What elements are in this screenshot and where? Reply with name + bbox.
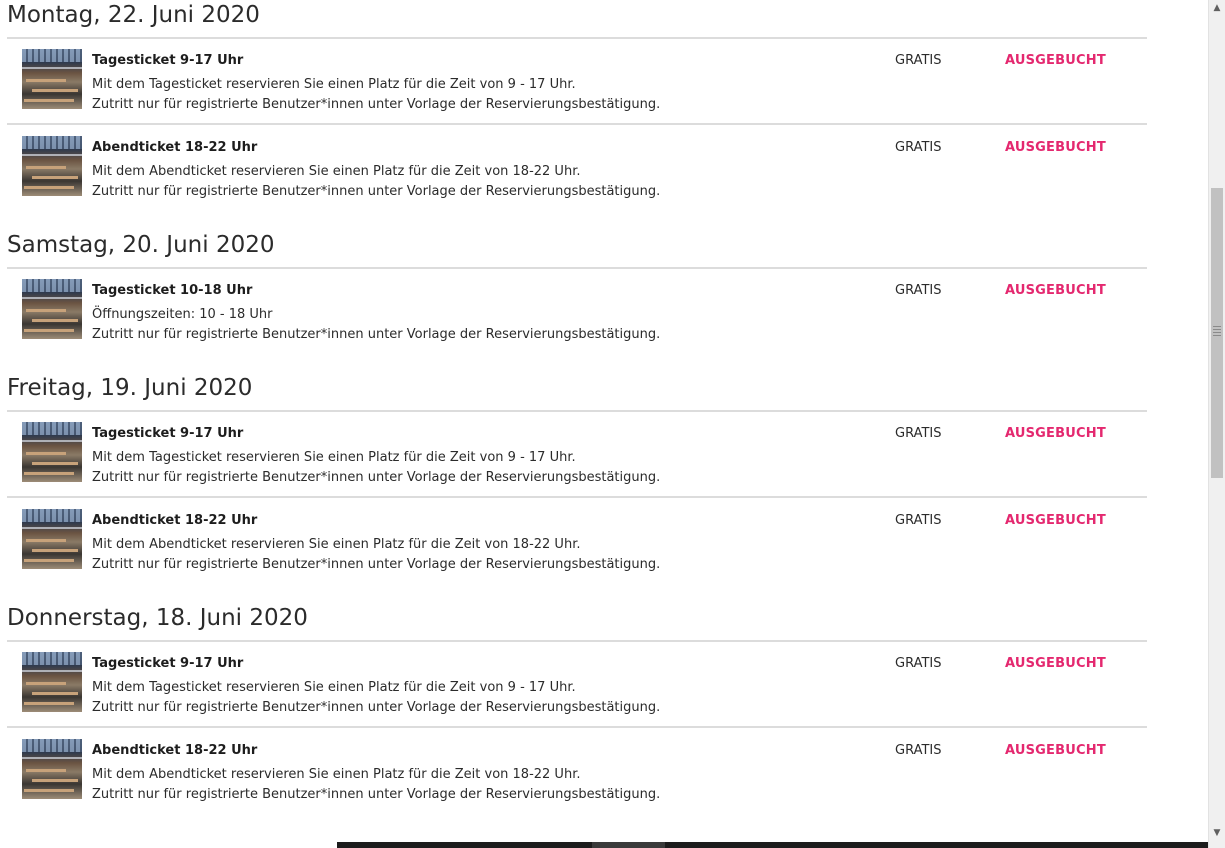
ticket-access-note: Zutritt nur für registrierte Benutzer*in…	[92, 97, 661, 112]
ticket-access-note: Zutritt nur für registrierte Benutzer*in…	[92, 557, 661, 572]
ticket-title[interactable]: Abendticket 18-22 Uhr	[92, 140, 257, 155]
ticket-title[interactable]: Tagesticket 10-18 Uhr	[92, 283, 252, 298]
ticket-title[interactable]: Abendticket 18-22 Uhr	[92, 513, 257, 528]
ticket-thumbnail[interactable]	[22, 509, 82, 569]
ticket-access-note: Zutritt nur für registrierte Benutzer*in…	[92, 470, 661, 485]
divider	[7, 726, 1147, 728]
ticket-price: GRATIS	[895, 140, 942, 155]
ticket-description: Mit dem Tagesticket reservieren Sie eine…	[92, 77, 576, 92]
ticket-access-note: Zutritt nur für registrierte Benutzer*in…	[92, 184, 661, 199]
event-list: Montag, 22. Juni 2020 Tagesticket 9-17 U…	[0, 0, 1208, 848]
ticket-title[interactable]: Tagesticket 9-17 Uhr	[92, 53, 243, 68]
scrollbar-thumb[interactable]	[1211, 188, 1223, 478]
ticket-row[interactable]: Abendticket 18-22 Uhr Mit dem Abendticke…	[7, 126, 1147, 212]
ticket-access-note: Zutritt nur für registrierte Benutzer*in…	[92, 327, 661, 342]
ticket-status: AUSGEBUCHT	[1005, 283, 1106, 298]
scroll-up-icon[interactable]: ▲	[1209, 0, 1225, 17]
ticket-description: Mit dem Abendticket reservieren Sie eine…	[92, 164, 581, 179]
day-heading: Montag, 22. Juni 2020	[7, 2, 260, 28]
ticket-status: AUSGEBUCHT	[1005, 426, 1106, 441]
day-heading: Freitag, 19. Juni 2020	[7, 375, 253, 401]
ticket-title[interactable]: Abendticket 18-22 Uhr	[92, 743, 257, 758]
ticket-title[interactable]: Tagesticket 9-17 Uhr	[92, 656, 243, 671]
ticket-row[interactable]: Abendticket 18-22 Uhr Mit dem Abendticke…	[7, 729, 1147, 815]
ticket-access-note: Zutritt nur für registrierte Benutzer*in…	[92, 787, 661, 802]
ticket-access-note: Zutritt nur für registrierte Benutzer*in…	[92, 700, 661, 715]
ticket-status: AUSGEBUCHT	[1005, 656, 1106, 671]
ticket-thumbnail[interactable]	[22, 422, 82, 482]
ticket-thumbnail[interactable]	[22, 279, 82, 339]
ticket-status: AUSGEBUCHT	[1005, 140, 1106, 155]
ticket-description: Mit dem Tagesticket reservieren Sie eine…	[92, 450, 576, 465]
ticket-row[interactable]: Abendticket 18-22 Uhr Mit dem Abendticke…	[7, 499, 1147, 585]
taskbar-strip	[0, 842, 1208, 848]
ticket-row[interactable]: Tagesticket 10-18 Uhr Öffnungszeiten: 10…	[7, 269, 1147, 355]
day-heading: Donnerstag, 18. Juni 2020	[7, 605, 308, 631]
ticket-price: GRATIS	[895, 743, 942, 758]
ticket-thumbnail[interactable]	[22, 49, 82, 109]
ticket-thumbnail[interactable]	[22, 652, 82, 712]
ticket-description: Mit dem Abendticket reservieren Sie eine…	[92, 767, 581, 782]
divider	[7, 123, 1147, 125]
ticket-row[interactable]: Tagesticket 9-17 Uhr Mit dem Tagesticket…	[7, 412, 1147, 498]
ticket-description: Mit dem Abendticket reservieren Sie eine…	[92, 537, 581, 552]
ticket-description: Mit dem Tagesticket reservieren Sie eine…	[92, 680, 576, 695]
ticket-price: GRATIS	[895, 513, 942, 528]
ticket-status: AUSGEBUCHT	[1005, 53, 1106, 68]
ticket-title[interactable]: Tagesticket 9-17 Uhr	[92, 426, 243, 441]
divider	[7, 496, 1147, 498]
ticket-status: AUSGEBUCHT	[1005, 513, 1106, 528]
ticket-price: GRATIS	[895, 53, 942, 68]
ticket-row[interactable]: Tagesticket 9-17 Uhr Mit dem Tagesticket…	[7, 39, 1147, 125]
ticket-price: GRATIS	[895, 656, 942, 671]
scroll-down-icon[interactable]: ▼	[1209, 825, 1225, 842]
ticket-thumbnail[interactable]	[22, 739, 82, 799]
day-heading: Samstag, 20. Juni 2020	[7, 232, 275, 258]
ticket-description: Öffnungszeiten: 10 - 18 Uhr	[92, 307, 273, 322]
ticket-price: GRATIS	[895, 426, 942, 441]
grip-icon	[1213, 326, 1221, 338]
ticket-thumbnail[interactable]	[22, 136, 82, 196]
ticket-row[interactable]: Tagesticket 9-17 Uhr Mit dem Tagesticket…	[7, 642, 1147, 728]
ticket-status: AUSGEBUCHT	[1005, 743, 1106, 758]
ticket-price: GRATIS	[895, 283, 942, 298]
vertical-scrollbar[interactable]: ▲ ▼	[1208, 0, 1225, 848]
